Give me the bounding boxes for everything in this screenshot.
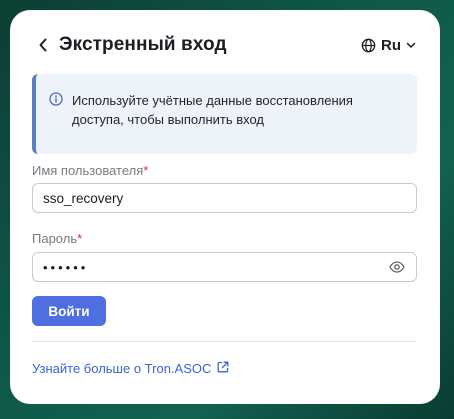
password-label-text: Пароль xyxy=(32,231,78,246)
username-value: sso_recovery xyxy=(43,190,124,206)
globe-icon xyxy=(361,38,376,53)
external-link-icon xyxy=(217,361,229,376)
info-banner: Используйте учётные данные восстановлени… xyxy=(32,74,417,154)
username-label: Имя пользователя* xyxy=(32,163,148,178)
password-label: Пароль* xyxy=(32,231,82,246)
page-title: Экстренный вход xyxy=(59,34,227,55)
back-button[interactable]: Экстренный вход xyxy=(36,34,227,56)
login-card: Экстренный вход Ru Используйте учётные д… xyxy=(10,10,440,404)
info-text: Используйте учётные данные восстановлени… xyxy=(72,93,353,127)
language-selector[interactable]: Ru xyxy=(361,37,416,54)
divider xyxy=(32,341,417,342)
chevron-left-icon[interactable] xyxy=(36,38,50,52)
info-icon xyxy=(49,92,63,111)
password-value: •••••• xyxy=(43,259,89,275)
required-marker: * xyxy=(143,163,149,178)
learn-more-link[interactable]: Узнайте больше о Tron.ASOC xyxy=(32,361,229,376)
username-label-text: Имя пользователя xyxy=(32,163,144,178)
card-header: Экстренный вход Ru xyxy=(36,30,416,60)
eye-icon[interactable] xyxy=(388,258,406,276)
chevron-down-icon xyxy=(406,41,416,49)
learn-more-text: Узнайте больше о Tron.ASOC xyxy=(32,361,212,376)
language-label: Ru xyxy=(381,36,401,54)
required-marker: * xyxy=(77,231,83,246)
username-field[interactable]: sso_recovery xyxy=(32,183,417,213)
password-field[interactable]: •••••• xyxy=(32,252,417,282)
submit-button[interactable]: Войти xyxy=(32,296,106,326)
